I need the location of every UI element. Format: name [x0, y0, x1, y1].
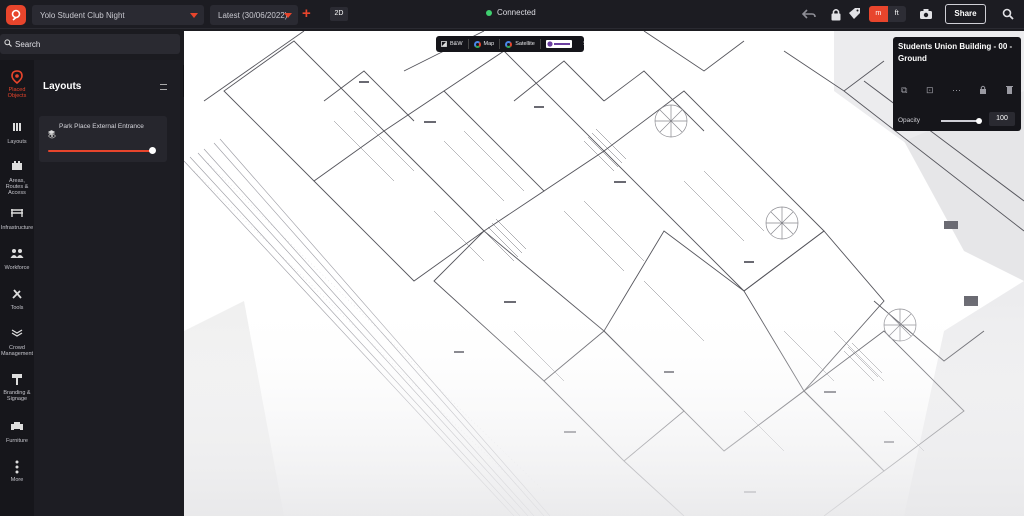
connection-status-label: Connected [497, 8, 536, 17]
sign-icon [10, 373, 24, 387]
sidebar-item-label: Crowd Management [0, 345, 34, 357]
properties-panel: Students Union Building - 00 - Ground ⧉ … [893, 37, 1021, 131]
share-button[interactable]: Share [945, 4, 986, 24]
sidebar-item-infrastructure[interactable]: Infrastructure [0, 208, 34, 231]
people-icon [10, 248, 24, 262]
sidebar-item-label: Infrastructure [0, 225, 34, 231]
event-select[interactable]: Yolo Student Club Night [32, 5, 204, 25]
bw-icon [441, 41, 447, 47]
lock-icon[interactable] [979, 85, 987, 96]
opacity-value-input[interactable]: 100 [989, 112, 1015, 126]
map-style-button[interactable]: Map [469, 39, 501, 49]
logo-icon [11, 9, 21, 21]
unit-metres-option[interactable]: m [869, 6, 888, 22]
sofa-icon [10, 421, 24, 435]
sidebar-item-label: Layouts [7, 139, 27, 145]
layout-item-name: Park Place External Entrance [59, 123, 144, 130]
connection-status: Connected [486, 8, 536, 17]
google-icon [505, 40, 513, 48]
sidebar-item-workforce[interactable]: Workforce [0, 248, 34, 271]
event-select-value: Yolo Student Club Night [40, 11, 125, 20]
unit-feet-option[interactable]: ft [888, 6, 907, 22]
slider-handle[interactable] [976, 118, 982, 124]
sidebar-item-label: Workforce [4, 265, 30, 271]
lock-icon[interactable] [828, 6, 844, 22]
more-options-icon[interactable]: ⋮ [577, 41, 591, 47]
unit-toggle[interactable]: m ft [869, 6, 906, 22]
sidebar-item-label: Furniture [5, 438, 28, 444]
more-icon [10, 460, 24, 474]
sidebar-rail: Placed Objects Layouts Areas, Routes & A… [0, 60, 34, 516]
route-icon [10, 161, 24, 175]
sidebar-item-layouts[interactable]: Layouts [0, 122, 34, 145]
panel-title: Layouts [43, 81, 82, 92]
version-select-value: Latest (30/06/2022) [218, 11, 288, 20]
sidebar-item-label: Tools [10, 305, 24, 311]
pin-icon [10, 70, 24, 85]
camera-icon[interactable] [918, 6, 934, 22]
layouts-panel: Layouts Park Place External Entrance [34, 60, 180, 516]
delete-icon[interactable] [1005, 85, 1013, 96]
ordnance-survey-icon [545, 40, 572, 48]
google-icon [473, 40, 481, 48]
tools-icon [10, 288, 24, 302]
sidebar-item-more[interactable]: More [0, 460, 34, 483]
chevron-down-icon [190, 13, 198, 18]
search-placeholder: Search [15, 40, 41, 49]
sidebar-item-areas-routes-access[interactable]: Areas, Routes & Access [0, 161, 34, 196]
add-version-button[interactable]: + [302, 6, 311, 22]
app-logo[interactable] [6, 5, 26, 25]
satellite-label: Satellite [515, 41, 535, 47]
list-view-icon[interactable] [160, 84, 167, 90]
sidebar-item-crowd-management[interactable]: Crowd Management [0, 328, 34, 357]
barrier-icon [10, 208, 24, 222]
bw-style-button[interactable]: B&W [436, 39, 469, 49]
duplicate-icon[interactable]: ⧉ [901, 85, 907, 96]
opacity-slider[interactable] [941, 118, 982, 124]
layers-icon [10, 122, 24, 136]
undo-icon[interactable] [801, 6, 817, 22]
search-input[interactable]: Search [0, 34, 180, 54]
satellite-style-button[interactable]: Satellite [500, 39, 541, 49]
chevron-down-icon [284, 13, 292, 18]
sidebar-item-label: More [10, 477, 24, 483]
layout-opacity-slider[interactable] [48, 147, 156, 154]
crowd-icon [10, 328, 24, 342]
map-style-toolbar: B&W Map Satellite ⋮ [436, 36, 586, 52]
os-map-button[interactable] [541, 39, 577, 49]
map-label: Map [483, 41, 495, 47]
version-select[interactable]: Latest (30/06/2022) [210, 5, 298, 25]
search-icon [4, 39, 12, 49]
sidebar-item-tools[interactable]: Tools [0, 288, 34, 311]
fit-to-view-icon[interactable]: ⊡ [926, 85, 934, 96]
properties-title: Students Union Building - 00 - Ground [898, 42, 1013, 63]
tag-icon[interactable] [847, 6, 863, 22]
slider-handle[interactable] [149, 147, 156, 154]
sidebar-item-branding-signage[interactable]: Branding & Signage [0, 373, 34, 402]
grid-icon[interactable]: ⋯ [952, 85, 961, 96]
status-dot-icon [486, 9, 492, 16]
search-icon[interactable] [1000, 6, 1016, 22]
sidebar-item-label: Branding & Signage [3, 390, 31, 402]
top-bar: Yolo Student Club Night Latest (30/06/20… [0, 0, 1024, 29]
visibility-eye-icon[interactable] [47, 133, 57, 141]
opacity-label: Opacity [898, 117, 921, 124]
sidebar-item-furniture[interactable]: Furniture [0, 421, 34, 444]
bw-label: B&W [450, 41, 463, 47]
view-mode-button[interactable]: 2D [330, 7, 348, 21]
sidebar-item-label: Placed Objects [7, 87, 27, 99]
sidebar-item-label: Areas, Routes & Access [5, 178, 29, 196]
sidebar-item-placed-objects[interactable]: Placed Objects [0, 70, 34, 99]
layout-item[interactable]: Park Place External Entrance [39, 116, 167, 162]
